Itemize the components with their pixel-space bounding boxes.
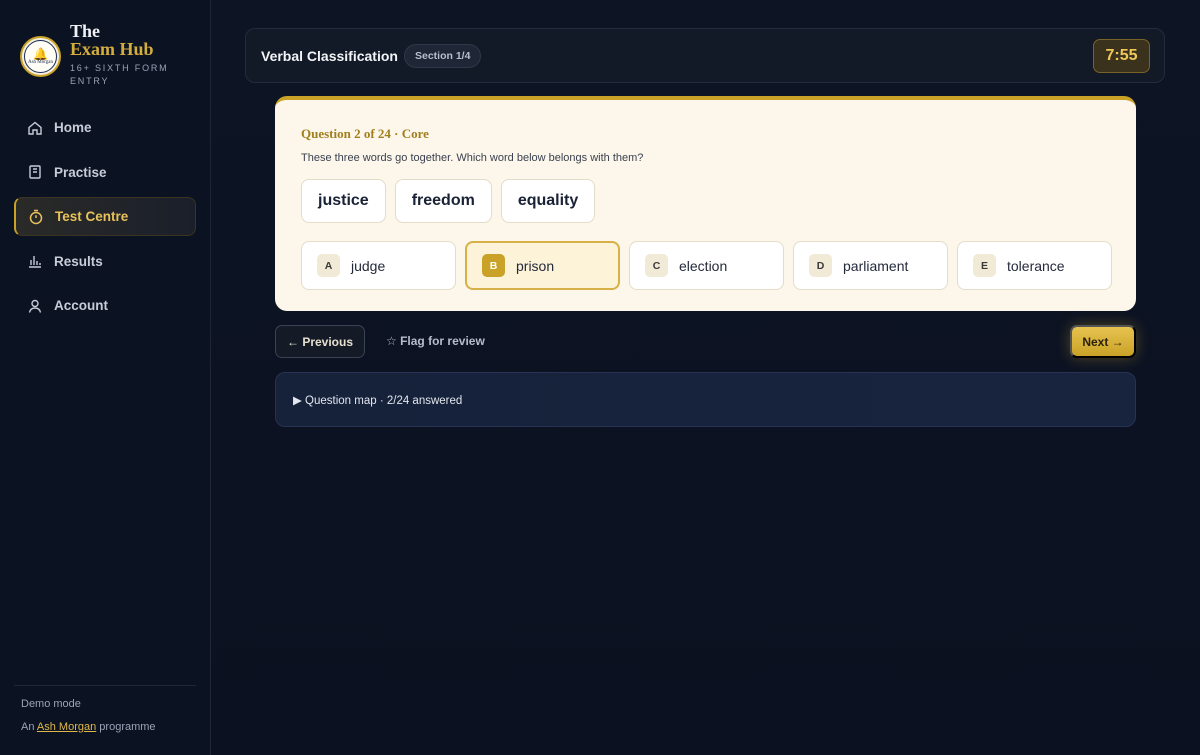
brand-subtitle: 16+ SIXTH FORM ENTRY	[70, 63, 169, 86]
option-letter: D	[809, 254, 832, 277]
nav-item-practise[interactable]: Practise	[14, 153, 196, 192]
home-icon	[26, 119, 43, 136]
stem-words: justice freedom equality	[301, 179, 604, 223]
nav-item-home[interactable]: Home	[14, 108, 196, 147]
nav-item-test-centre[interactable]: Test Centre	[14, 197, 196, 236]
ash-morgan-link[interactable]: Ash Morgan	[37, 721, 96, 733]
nav-item-results[interactable]: Results	[14, 242, 196, 281]
logo: 🔔 Ash Morgan	[20, 36, 61, 77]
answer-options: A judge B prison C election D parliament…	[301, 241, 1112, 290]
nav-label: Home	[54, 120, 92, 135]
option-letter: B	[482, 254, 505, 277]
option-text: tolerance	[1007, 257, 1065, 274]
option-letter: A	[317, 254, 340, 277]
countdown-timer: 7:55	[1093, 39, 1150, 73]
stem-word: equality	[500, 179, 596, 223]
option-letter: E	[973, 254, 996, 277]
option-text: judge	[351, 257, 386, 274]
stem-word: freedom	[394, 179, 492, 223]
stem-word: justice	[301, 179, 386, 223]
question-prompt: These three words go together. Which wor…	[301, 152, 644, 164]
previous-button[interactable]: ← Previous	[275, 325, 365, 358]
option-d[interactable]: D parliament	[793, 241, 948, 290]
nav-label: Results	[54, 253, 103, 269]
test-header: Verbal Classification Section 1/4 7:55	[245, 28, 1165, 83]
option-text: prison	[516, 257, 555, 274]
option-text: parliament	[843, 257, 909, 274]
bar-chart-icon	[26, 253, 43, 270]
next-button[interactable]: Next →	[1070, 325, 1136, 358]
nav-label: Practise	[54, 164, 107, 180]
option-c[interactable]: C election	[629, 241, 784, 290]
brand-title: The Exam Hub	[70, 21, 154, 59]
book-icon	[26, 164, 43, 181]
sidebar-footer: Demo mode An Ash Morgan programme	[14, 685, 196, 744]
section-badge: Section 1/4	[404, 44, 482, 68]
question-card: Question 2 of 24 · Core These three word…	[275, 96, 1136, 311]
demo-mode-label: Demo mode	[21, 698, 81, 710]
option-text: election	[679, 257, 728, 274]
user-icon	[26, 297, 43, 314]
option-letter: C	[645, 254, 668, 277]
question-meta: Question 2 of 24 · Core	[301, 126, 429, 141]
option-b[interactable]: B prison	[465, 241, 620, 290]
question-map-toggle[interactable]: ▶ Question map · 2/24 answered	[275, 372, 1136, 427]
nav-label: Test Centre	[55, 209, 129, 224]
test-title: Verbal Classification	[261, 48, 398, 64]
main-nav: Home Practise Test Centre Results Accoun…	[14, 108, 196, 331]
programme-credit: An Ash Morgan programme	[21, 721, 156, 733]
flag-for-review-button[interactable]: ☆ Flag for review	[386, 334, 485, 348]
option-e[interactable]: E tolerance	[957, 241, 1112, 290]
option-a[interactable]: A judge	[301, 241, 456, 290]
bell-icon: 🔔	[33, 46, 48, 61]
nav-label: Account	[54, 298, 108, 313]
brand[interactable]: 🔔 Ash Morgan The Exam Hub 16+ SIXTH FORM…	[20, 22, 200, 92]
question-map-label: ▶ Question map · 2/24 answered	[293, 395, 463, 407]
sidebar: 🔔 Ash Morgan The Exam Hub 16+ SIXTH FORM…	[0, 0, 211, 755]
nav-item-account[interactable]: Account	[14, 286, 196, 325]
stopwatch-icon	[27, 208, 44, 225]
logo-text: Ash Morgan	[27, 59, 54, 65]
